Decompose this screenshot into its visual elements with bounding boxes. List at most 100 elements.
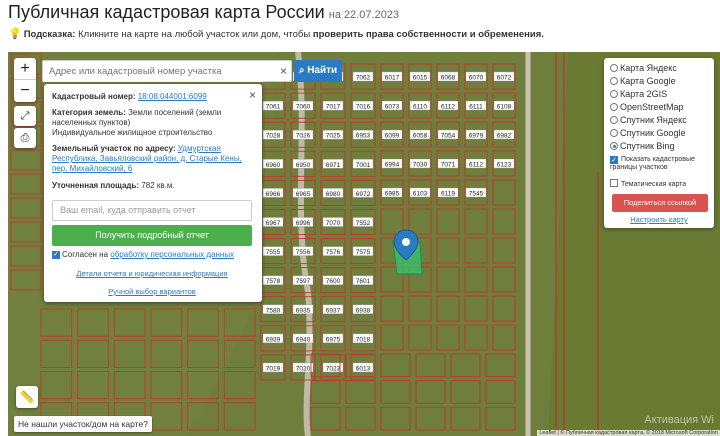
parcel-number: 6972 bbox=[356, 191, 371, 198]
map-canvas[interactable]: 6732706770637062706170607017701670287026… bbox=[8, 52, 720, 436]
zoom-in-button[interactable]: + bbox=[14, 58, 36, 80]
parcel-number: 6967 bbox=[266, 220, 281, 227]
checkbox-checked-icon[interactable]: ✓ bbox=[610, 156, 618, 164]
parcel-number: 6935 bbox=[296, 307, 311, 314]
area-label: Уточненная площадь: bbox=[52, 181, 140, 190]
radio-icon[interactable] bbox=[610, 129, 618, 137]
details-link[interactable]: Детали отчета и юридическая информация bbox=[52, 269, 252, 278]
search-icon: ⌕ bbox=[298, 65, 308, 76]
get-report-button[interactable]: Получить подробный отчет bbox=[52, 225, 252, 246]
parcel-number: 7580 bbox=[266, 307, 281, 314]
hint-text: Кликните на карте на любой участок или д… bbox=[75, 29, 313, 40]
radio-icon[interactable] bbox=[610, 77, 618, 85]
parcel-number: 7060 bbox=[296, 104, 311, 111]
layer-label: Спутник Google bbox=[620, 128, 686, 138]
parcel-number: 6966 bbox=[266, 191, 281, 198]
setup-map-link[interactable]: Настроить карту bbox=[604, 215, 714, 224]
parcel-number: 7061 bbox=[266, 104, 281, 111]
fullscreen-icon[interactable]: ⤢ bbox=[14, 106, 36, 126]
email-field[interactable]: Ваш email, куда отправить отчет bbox=[52, 200, 252, 221]
parcel-number: 6013 bbox=[356, 365, 371, 372]
show-borders-label: Показать кадастровые границы участков bbox=[610, 156, 695, 171]
layer-option-yandex-sat[interactable]: Спутник Яндекс bbox=[610, 114, 687, 126]
parcel-number: 6072 bbox=[497, 75, 512, 82]
parcel-number: 7026 bbox=[296, 133, 311, 140]
parcel-number: 7018 bbox=[356, 336, 371, 343]
parcel-number: 7019 bbox=[266, 365, 281, 372]
category-row: Категория земель: Земли поселений (земли… bbox=[52, 108, 252, 128]
not-found-link[interactable]: Не нашли участок/дом на карте? bbox=[14, 416, 152, 432]
parcel-number: 7001 bbox=[356, 162, 371, 169]
parcel-number: 6939 bbox=[266, 336, 281, 343]
radio-icon[interactable] bbox=[610, 116, 618, 124]
parcel-number: 6982 bbox=[497, 133, 512, 140]
parcel-number: 6110 bbox=[413, 104, 427, 111]
consent-checkbox[interactable]: ✓ bbox=[52, 250, 60, 259]
layer-option-yandex-map[interactable]: Карта Яндекс bbox=[610, 62, 677, 74]
print-icon[interactable]: ⎙ bbox=[14, 128, 36, 148]
parcel-number: 7601 bbox=[356, 278, 371, 285]
parcel-number: 6103 bbox=[413, 191, 428, 198]
parcel-number: 6108 bbox=[497, 104, 512, 111]
parcel-number: 6965 bbox=[296, 191, 311, 198]
parcel-number: 7028 bbox=[266, 133, 281, 140]
parcel-number: 6975 bbox=[326, 336, 341, 343]
layer-option-google-sat[interactable]: Спутник Google bbox=[610, 127, 685, 139]
radio-selected-icon[interactable] bbox=[610, 142, 618, 150]
show-borders-option[interactable]: ✓ Показать кадастровые границы участков bbox=[610, 156, 710, 172]
address-label: Земельный участок по адресу: bbox=[52, 144, 176, 153]
header: Публичная кадастровая карта России на 22.… bbox=[0, 0, 720, 52]
parcel-number: 7552 bbox=[356, 220, 371, 227]
parcel-number: 7555 bbox=[266, 249, 281, 256]
parcel-number: 6119 bbox=[441, 191, 455, 198]
consent-link[interactable]: обработку персональных данных bbox=[110, 250, 234, 259]
parcel-number: 6960 bbox=[266, 162, 281, 169]
checkbox-icon[interactable] bbox=[610, 179, 618, 187]
layer-option-google-map[interactable]: Карта Google bbox=[610, 75, 676, 87]
parcel-number: 6070 bbox=[469, 75, 484, 82]
parcel-number: 6937 bbox=[326, 307, 341, 314]
ruler-icon[interactable]: 📏 bbox=[16, 386, 38, 408]
radio-icon[interactable] bbox=[610, 103, 618, 111]
parcel-number: 7597 bbox=[296, 278, 311, 285]
consent-checkbox-row[interactable]: ✓ Согласен на обработку персональных данн… bbox=[52, 250, 234, 259]
parcel-number: 6971 bbox=[326, 162, 341, 169]
layer-option-osm[interactable]: OpenStreetMap bbox=[610, 101, 684, 113]
cadastral-number-link[interactable]: 18:08:044001:6099 bbox=[138, 92, 207, 101]
zoom-out-button[interactable]: − bbox=[14, 80, 36, 102]
parcel-number: 7017 bbox=[326, 104, 341, 111]
parcel-number: 6068 bbox=[441, 75, 456, 82]
parcel-number: 6950 bbox=[296, 162, 311, 169]
parcel-number: 6112 bbox=[441, 104, 455, 111]
parcel-number: 6938 bbox=[356, 307, 371, 314]
share-link-button[interactable]: Поделиться ссылкой bbox=[612, 194, 708, 212]
parcel-number: 6111 bbox=[469, 104, 483, 111]
parcel-info-popup: × Кадастровый номер: 18:08:044001:6099 К… bbox=[44, 84, 262, 302]
layer-option-bing-sat[interactable]: Спутник Bing bbox=[610, 140, 674, 152]
usage-value: Индивидуальное жилищное строительство bbox=[52, 128, 213, 137]
parcel-number: 6123 bbox=[497, 162, 512, 169]
find-button-label: Найти bbox=[307, 65, 338, 76]
layer-label: Спутник Bing bbox=[620, 141, 675, 151]
clear-search-icon[interactable]: × bbox=[280, 64, 287, 78]
search-input[interactable] bbox=[43, 61, 263, 82]
title-text: Публичная кадастровая карта России bbox=[8, 2, 325, 22]
parcel-number: 7578 bbox=[266, 278, 281, 285]
find-button[interactable]: ⌕ Найти bbox=[294, 60, 342, 82]
parcel-number: 6112 bbox=[469, 162, 483, 169]
radio-icon[interactable] bbox=[610, 64, 618, 72]
thematic-map-option[interactable]: Тематическая карта bbox=[610, 179, 686, 189]
address-row: Земельный участок по адресу: Удмуртская … bbox=[52, 144, 252, 174]
radio-icon[interactable] bbox=[610, 90, 618, 98]
parcel-number: 7023 bbox=[326, 365, 341, 372]
parcel-number: 7016 bbox=[356, 104, 371, 111]
layer-option-2gis[interactable]: Карта 2GIS bbox=[610, 88, 667, 100]
cadastral-row: Кадастровый номер: 18:08:044001:6099 bbox=[52, 92, 252, 102]
parcel-number: 7062 bbox=[356, 75, 371, 82]
layer-label: Карта Яндекс bbox=[620, 63, 677, 73]
parcel-number: 6979 bbox=[469, 133, 484, 140]
parcel-number: 6073 bbox=[385, 104, 400, 111]
layer-label: Карта 2GIS bbox=[620, 89, 668, 99]
manual-select-link[interactable]: Ручной выбор вариантов bbox=[52, 287, 252, 296]
search-box: × bbox=[42, 60, 292, 82]
